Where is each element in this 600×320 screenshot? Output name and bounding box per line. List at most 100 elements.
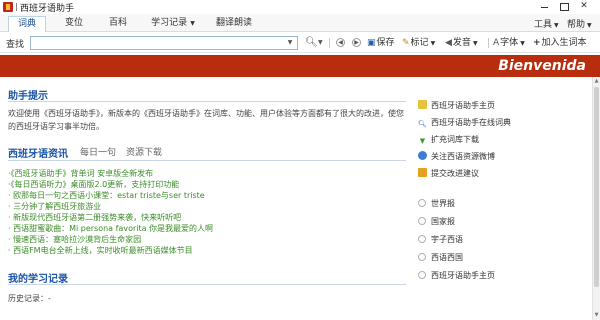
section-divider [8,101,406,102]
sidebar-link-label: 西班牙语助手主页 [431,101,495,110]
pencil-icon: ✎ [402,38,410,48]
radio-option[interactable]: 国家报 [418,216,455,229]
tab-translate[interactable]: 翻译朗读 [206,16,262,32]
radio-option[interactable]: 世界报 [418,198,455,211]
chevron-down-icon: ▼ [587,22,592,29]
radio-icon [418,199,426,207]
add-label: 加入生词本 [541,38,587,48]
toolbar-divider [329,38,330,48]
radio-label: 世界报 [431,199,455,208]
section-divider [8,160,406,161]
tab-spanish-news[interactable]: 西班牙语资讯 [8,145,68,160]
font-icon: A [493,38,500,48]
app-logo-icon [3,2,13,12]
news-link[interactable]: ·《西班牙语助手》背单词 安卓版全新发布 [8,168,153,179]
tab-daily-sentence[interactable]: 每日一句 [80,145,116,158]
chevron-down-icon: ▼ [190,20,195,27]
save-button[interactable]: ▣保存 [367,37,395,49]
chevron-down-icon: ▼ [554,22,559,29]
radio-label: 西班牙语助手主页 [431,271,495,280]
tab-label: 变位 [64,18,83,28]
sidebar-link-weibo[interactable]: 关注西语资源微博 [418,151,495,164]
history-record: 历史记录：- [8,294,51,303]
radio-icon [418,253,426,261]
sidebar-link-label: 西班牙语助手在线词典 [431,118,511,127]
mark-label: 标记 [410,38,429,48]
add-to-vocab-button[interactable]: +加入生词本 [533,37,587,49]
toolbar-divider [488,38,489,48]
title-bar: 西班牙语助手 ✕ [0,0,600,14]
search-history-dropdown[interactable]: ▼ [284,37,296,49]
font-button[interactable]: A字体 ▼ [493,37,525,49]
sidebar-link-label: 提交改进建议 [431,169,479,178]
banner-title: Bienvenida [498,58,586,74]
scroll-down-icon[interactable]: ▼ [593,311,600,319]
home-icon [418,100,427,109]
note-icon [418,168,427,177]
tab-bar: 词典 变位 百科 学习记录 ▼ 翻译朗读 工具 ▼ 帮助 ▼ [0,14,600,32]
mark-button[interactable]: ✎标记 ▼ [402,37,435,49]
forward-icon[interactable]: ▶ [352,37,361,49]
scroll-up-icon[interactable]: ▲ [593,77,600,85]
minimize-button[interactable] [536,0,552,12]
tab-conjugation[interactable]: 变位 [56,16,92,32]
news-link[interactable]: · 三分钟了解西班牙旅游业 [8,201,101,212]
tab-study-record[interactable]: 学习记录 ▼ [142,16,204,32]
tab-label: 词典 [17,19,36,29]
main-content: 助手提示 欢迎使用《西班牙语助手》，新版本的《西班牙语助手》在词库、功能、用户体… [0,77,592,320]
radio-icon [418,217,426,225]
chevron-down-icon[interactable]: ▼ [318,37,323,49]
news-link[interactable]: · 新版现代西班牙语第二册强势来袭，快来听听吧 [8,212,181,223]
sidebar-link-feedback[interactable]: 提交改进建议 [418,168,479,181]
tab-label: 百科 [108,18,127,28]
news-link[interactable]: · 西语甜蜜歌曲：Mi persona favorita 你是我最爱的人啊 [8,223,213,234]
news-link[interactable]: · 慢速西语：塞哈拉沙漠背后生命家园 [8,234,141,245]
tab-label: 学习记录 [151,18,188,28]
save-label: 保存 [376,38,395,48]
speaker-icon: ◀ [445,38,452,48]
back-icon[interactable]: ◀ [336,37,345,49]
search-label: 查找 [6,40,25,50]
window-title: 西班牙语助手 [20,4,75,14]
download-icon: ▼ [419,137,426,145]
radio-label: 国家报 [431,217,455,226]
tab-encyclopedia[interactable]: 百科 [100,16,136,32]
sidebar-link-label: 扩充词库下载 [431,135,479,144]
vertical-scrollbar[interactable]: ▲ ▼ [592,77,600,320]
sidebar-link-online-dict[interactable]: 🔍︎ 西班牙语助手在线词典 [418,117,511,130]
font-label: 字体 [500,38,519,48]
maximize-button[interactable] [556,0,572,12]
study-section-title: 我的学习记录 [8,274,68,285]
search-toolbar: 查找 ▼ 🔍︎ ▼ ◀ ▶ ▣保存 ✎标记 ▼ ◀发音 ▼ A字体 ▼ +加入生词本 [0,33,600,53]
help-menu[interactable]: 帮助 ▼ [567,17,592,30]
radio-icon [418,271,426,279]
search-icon: 🔍︎ [418,120,427,128]
news-link[interactable]: · 欧那每日一句之西语小课堂：estar triste与ser triste [8,190,205,201]
radio-option[interactable]: 西语西国 [418,252,463,265]
scroll-thumb[interactable] [594,87,599,287]
tab-resource-download[interactable]: 资源下载 [126,145,162,158]
tab-dictionary[interactable]: 词典 [8,16,46,32]
search-icon[interactable]: 🔍︎ [305,37,318,49]
tab-label: 翻译朗读 [215,18,252,28]
news-link[interactable]: · 西语FM电台全新上线，实时收听最新西语媒体节目 [8,245,193,256]
sidebar-link-download[interactable]: ▼ 扩充词库下载 [418,134,479,147]
chevron-down-icon: ▼ [520,40,525,47]
save-icon: ▣ [367,38,376,48]
sidebar-link-label: 关注西语资源微博 [431,152,495,161]
radio-label: 西语西国 [431,253,463,262]
tools-menu-label: 工具 [534,20,553,30]
radio-option[interactable]: 宇子西语 [418,234,463,247]
pronounce-button[interactable]: ◀发音 ▼ [445,37,478,49]
title-divider [16,3,17,11]
search-input[interactable] [30,36,298,50]
radio-icon [418,235,426,243]
radio-option[interactable]: 西班牙语助手主页 [418,270,495,283]
help-menu-label: 帮助 [567,20,586,30]
chevron-down-icon: ▼ [430,40,436,47]
add-icon: + [533,38,541,48]
news-link[interactable]: ·《每日西语听力》桌面版2.0更新，支持打印功能 [8,179,179,190]
close-button[interactable]: ✕ [576,0,592,12]
tools-menu[interactable]: 工具 ▼ [534,17,559,30]
sidebar-link-home[interactable]: 西班牙语助手主页 [418,100,495,113]
